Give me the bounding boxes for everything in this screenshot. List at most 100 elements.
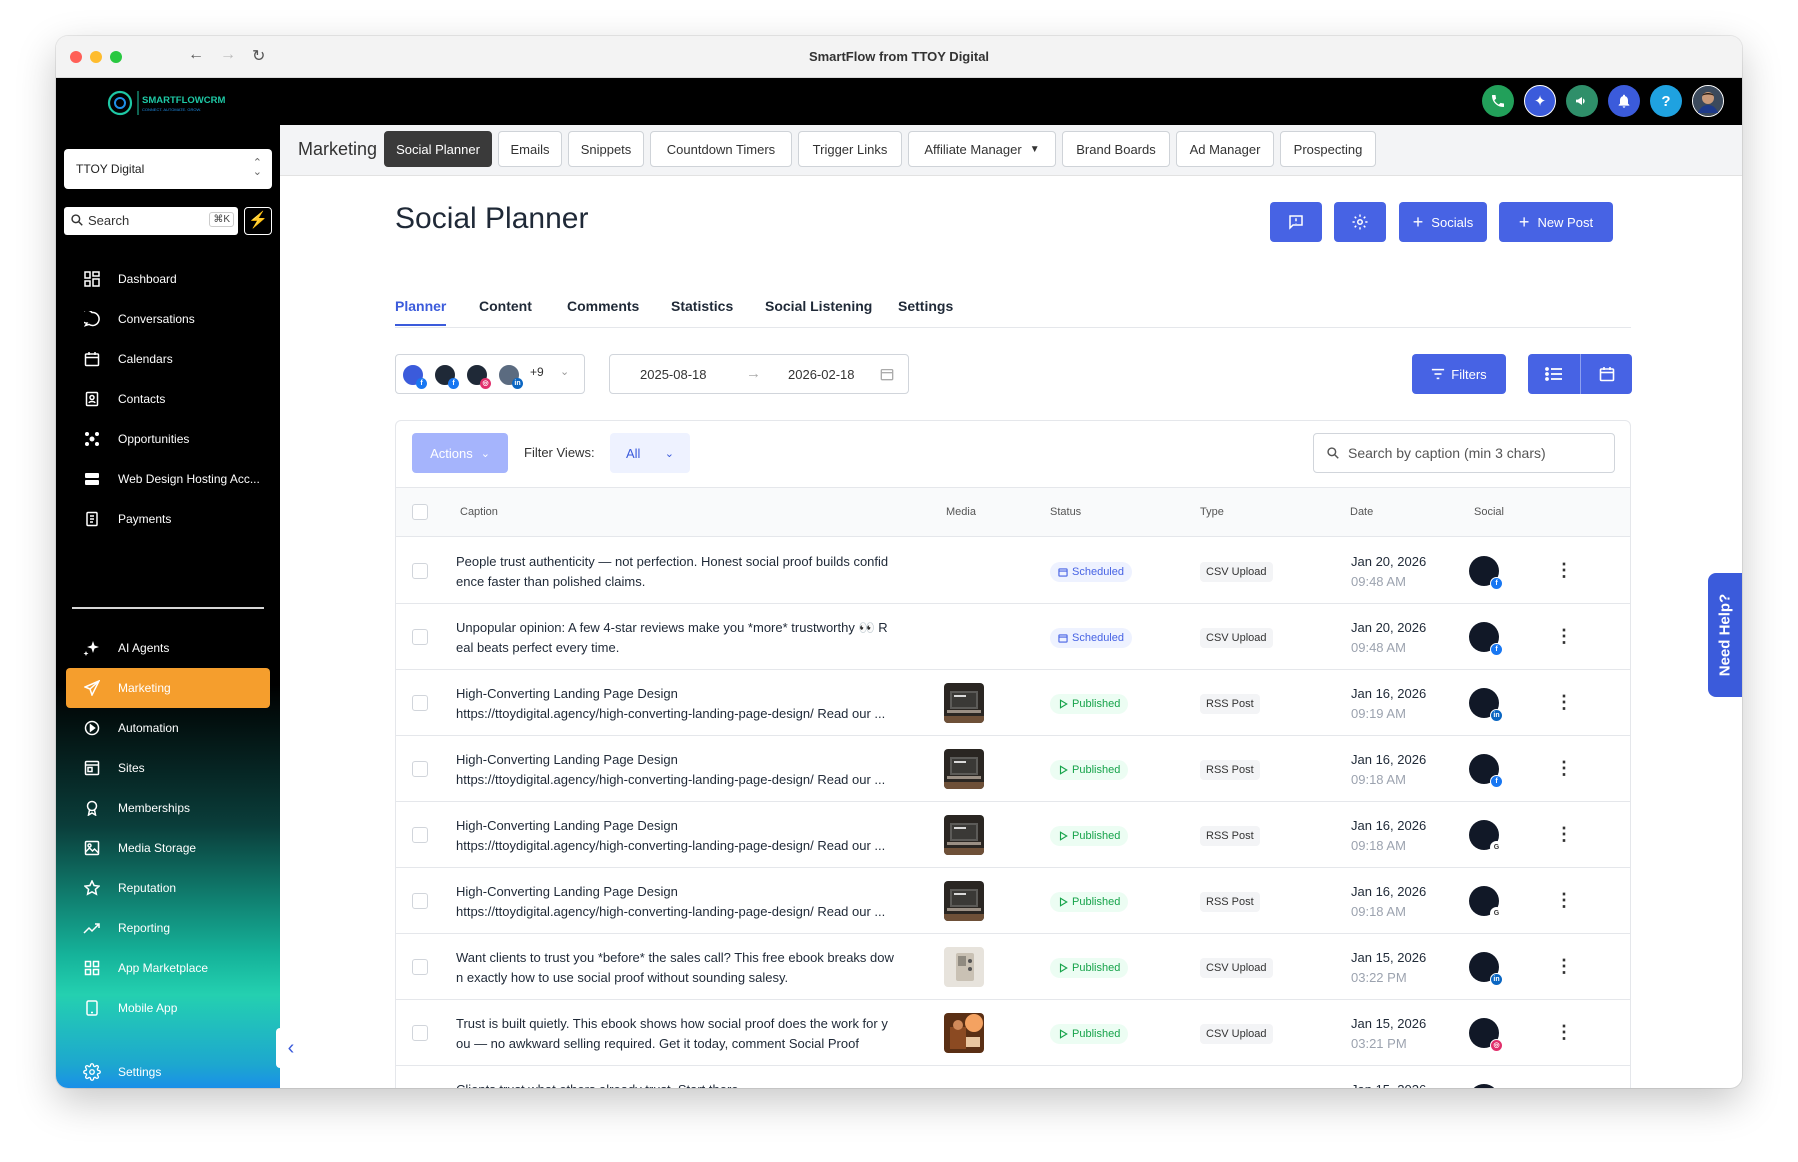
social-account-avatar[interactable]: ◎ xyxy=(1469,1018,1503,1052)
sidebar-item-ai-agents[interactable]: AI Agents xyxy=(66,628,270,668)
more-options-icon[interactable]: ⋮ xyxy=(1554,627,1574,647)
sidebar-item-calendars[interactable]: Calendars xyxy=(66,339,270,379)
tab-comments[interactable]: Comments xyxy=(567,298,639,326)
sidebar-item-sites[interactable]: Sites xyxy=(66,748,270,788)
actions-dropdown[interactable]: Actions ⌄ xyxy=(412,433,508,473)
new-post-button[interactable]: + New Post xyxy=(1499,202,1613,242)
account-switcher[interactable]: TTOY Digital ⌃ ⌄ xyxy=(64,149,272,189)
more-options-icon[interactable]: ⋮ xyxy=(1554,561,1574,581)
table-row[interactable]: Want clients to trust you *before* the s… xyxy=(396,935,1630,1000)
help-icon[interactable]: ? xyxy=(1650,85,1682,117)
post-caption[interactable]: High-Converting Landing Page Design https… xyxy=(456,684,922,724)
column-header-caption[interactable]: Caption xyxy=(460,506,498,518)
smartflow-logo[interactable]: SMARTFLOWCRM CONNECT. AUTOMATE. GROW. xyxy=(104,87,234,119)
tab-countdown-timers[interactable]: Countdown Timers xyxy=(650,131,792,167)
table-row[interactable]: Unpopular opinion: A few 4-star reviews … xyxy=(396,605,1630,670)
sidebar-item-app-marketplace[interactable]: App Marketplace xyxy=(66,948,270,988)
sidebar-item-web-design-hosting[interactable]: Web Design Hosting Acc... xyxy=(66,459,270,499)
ai-sparkle-icon[interactable]: ✦ xyxy=(1524,85,1556,117)
more-options-icon[interactable]: ⋮ xyxy=(1554,957,1574,977)
row-checkbox[interactable] xyxy=(412,629,428,645)
row-checkbox[interactable] xyxy=(412,893,428,909)
more-options-icon[interactable]: ⋮ xyxy=(1554,825,1574,845)
caption-search-input[interactable]: Search by caption (min 3 chars) xyxy=(1313,433,1615,473)
social-account-avatar[interactable]: f xyxy=(1469,622,1503,656)
table-row[interactable]: Trust is built quietly. This ebook shows… xyxy=(396,1001,1630,1066)
tab-content[interactable]: Content xyxy=(479,298,532,326)
social-accounts-picker[interactable]: f f ◎ in +9 ⌄ xyxy=(395,354,585,394)
social-account-avatar[interactable]: G xyxy=(1469,820,1503,854)
sidebar-search-input[interactable]: Search ⌘K xyxy=(64,207,238,235)
sidebar-item-reporting[interactable]: Reporting xyxy=(66,908,270,948)
column-header-date[interactable]: Date xyxy=(1350,506,1373,518)
more-options-icon[interactable]: ⋮ xyxy=(1554,1023,1574,1043)
media-thumbnail[interactable] xyxy=(944,815,984,855)
filter-views-select[interactable]: All ⌄ xyxy=(610,433,690,473)
select-all-checkbox[interactable] xyxy=(412,504,428,520)
post-caption[interactable]: High-Converting Landing Page Design https… xyxy=(456,816,922,856)
row-checkbox[interactable] xyxy=(412,761,428,777)
social-account-avatar[interactable]: G xyxy=(1469,886,1503,920)
more-options-icon[interactable]: ⋮ xyxy=(1554,891,1574,911)
media-thumbnail[interactable] xyxy=(944,881,984,921)
sidebar-item-conversations[interactable]: Conversations xyxy=(66,299,270,339)
social-account-avatar[interactable]: f xyxy=(1469,556,1503,590)
tab-trigger-links[interactable]: Trigger Links xyxy=(798,131,902,167)
row-checkbox[interactable] xyxy=(412,695,428,711)
post-caption[interactable]: Unpopular opinion: A few 4-star reviews … xyxy=(456,618,922,658)
sidebar-item-mobile-app[interactable]: Mobile App xyxy=(66,988,270,1028)
media-thumbnail[interactable] xyxy=(944,749,984,789)
tab-social-listening[interactable]: Social Listening xyxy=(765,298,872,326)
post-caption[interactable]: High-Converting Landing Page Design https… xyxy=(456,750,922,790)
quick-action-bolt-icon[interactable]: ⚡ xyxy=(244,207,272,235)
sidebar-item-settings[interactable]: Settings xyxy=(66,1052,270,1088)
table-row[interactable]: High-Converting Landing Page Design https… xyxy=(396,737,1630,802)
tab-social-planner[interactable]: Social Planner xyxy=(384,131,492,167)
table-row[interactable]: Clients trust what others already trust.… xyxy=(396,1067,1630,1088)
phone-icon[interactable] xyxy=(1482,85,1514,117)
need-help-tab[interactable]: Need Help? xyxy=(1708,573,1742,697)
sidebar-item-reputation[interactable]: Reputation xyxy=(66,868,270,908)
tab-ad-manager[interactable]: Ad Manager xyxy=(1176,131,1274,167)
media-thumbnail[interactable] xyxy=(944,683,984,723)
post-caption[interactable]: Clients trust what others already trust.… xyxy=(456,1080,922,1088)
sidebar-item-payments[interactable]: Payments xyxy=(66,499,270,539)
tab-statistics[interactable]: Statistics xyxy=(671,298,733,326)
sidebar-item-memberships[interactable]: Memberships xyxy=(66,788,270,828)
post-caption[interactable]: People trust authenticity — not perfecti… xyxy=(456,552,922,592)
tab-planner[interactable]: Planner xyxy=(395,298,447,326)
tab-snippets[interactable]: Snippets xyxy=(568,131,644,167)
date-range-picker[interactable]: 2025-08-18 → 2026-02-18 xyxy=(609,354,909,394)
tab-brand-boards[interactable]: Brand Boards xyxy=(1062,131,1170,167)
media-thumbnail[interactable] xyxy=(944,1013,984,1053)
media-thumbnail[interactable] xyxy=(944,947,984,987)
table-row[interactable]: High-Converting Landing Page Design https… xyxy=(396,869,1630,934)
table-row[interactable]: People trust authenticity — not perfecti… xyxy=(396,539,1630,604)
sidebar-item-media-storage[interactable]: Media Storage xyxy=(66,828,270,868)
sidebar-item-marketing[interactable]: Marketing xyxy=(66,668,270,708)
social-account-avatar[interactable]: f xyxy=(1469,1084,1499,1088)
social-account-avatar[interactable]: in xyxy=(1469,952,1503,986)
feedback-button[interactable] xyxy=(1270,202,1322,242)
column-header-status[interactable]: Status xyxy=(1050,506,1081,518)
filters-button[interactable]: Filters xyxy=(1412,354,1506,394)
tab-prospecting[interactable]: Prospecting xyxy=(1280,131,1376,167)
sidebar-item-contacts[interactable]: Contacts xyxy=(66,379,270,419)
settings-button[interactable] xyxy=(1334,202,1386,242)
sidebar-item-opportunities[interactable]: Opportunities xyxy=(66,419,270,459)
sidebar-item-automation[interactable]: Automation xyxy=(66,708,270,748)
list-view-toggle[interactable] xyxy=(1528,354,1580,394)
post-caption[interactable]: High-Converting Landing Page Design https… xyxy=(456,882,922,922)
collapse-sidebar-chevron-icon[interactable]: ‹ xyxy=(276,1028,306,1068)
more-options-icon[interactable]: ⋮ xyxy=(1554,759,1574,779)
user-avatar[interactable] xyxy=(1692,85,1724,117)
table-row[interactable]: High-Converting Landing Page Design https… xyxy=(396,803,1630,868)
tab-settings[interactable]: Settings xyxy=(898,298,953,326)
row-checkbox[interactable] xyxy=(412,827,428,843)
column-header-media[interactable]: Media xyxy=(946,506,976,518)
row-checkbox[interactable] xyxy=(412,563,428,579)
social-account-avatar[interactable]: in xyxy=(1469,688,1503,722)
social-account-avatar[interactable]: f xyxy=(1469,754,1503,788)
table-row[interactable]: High-Converting Landing Page Design https… xyxy=(396,671,1630,736)
post-caption[interactable]: Want clients to trust you *before* the s… xyxy=(456,948,922,988)
